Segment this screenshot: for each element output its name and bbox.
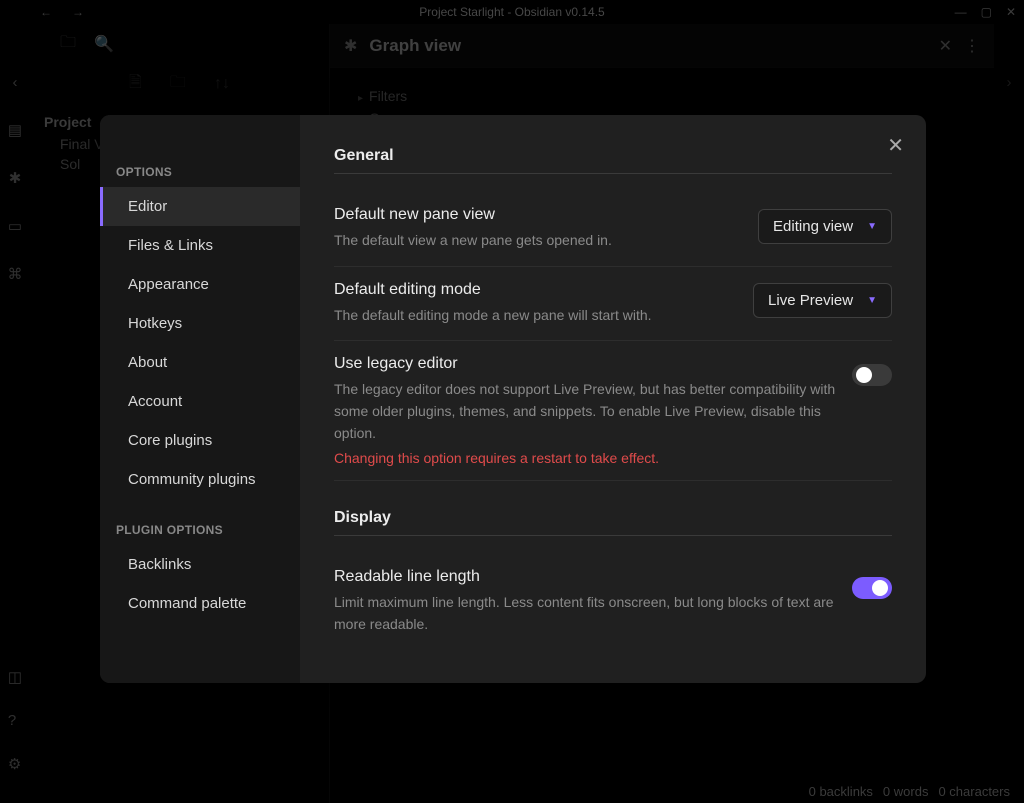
sidebar-item-community-plugins[interactable]: Community plugins — [100, 460, 300, 499]
setting-name: Default new pane view — [334, 206, 742, 224]
section-header-display: Display — [334, 509, 892, 527]
sidebar-item-editor[interactable]: Editor — [100, 187, 300, 226]
section-header-general: General — [334, 147, 892, 165]
legacy-editor-toggle[interactable] — [852, 364, 892, 386]
divider — [334, 173, 892, 174]
setting-desc: Limit maximum line length. Less content … — [334, 592, 836, 635]
sidebar-item-command-palette[interactable]: Command palette — [100, 584, 300, 623]
sidebar-item-about[interactable]: About — [100, 343, 300, 382]
setting-legacy-editor: Use legacy editor The legacy editor does… — [334, 341, 892, 481]
setting-name: Readable line length — [334, 568, 836, 586]
setting-name: Use legacy editor — [334, 355, 836, 373]
sidebar-item-core-plugins[interactable]: Core plugins — [100, 421, 300, 460]
setting-desc: The default view a new pane gets opened … — [334, 230, 742, 252]
setting-name: Default editing mode — [334, 281, 737, 299]
setting-desc: The legacy editor does not support Live … — [334, 379, 836, 444]
setting-default-editing-mode: Default editing mode The default editing… — [334, 267, 892, 342]
sidebar-section-header: PLUGIN OPTIONS — [100, 513, 300, 545]
sidebar-item-backlinks[interactable]: Backlinks — [100, 545, 300, 584]
settings-content: General Default new pane view The defaul… — [300, 115, 926, 683]
sidebar-item-appearance[interactable]: Appearance — [100, 265, 300, 304]
settings-modal: ✕ OPTIONS Editor Files & Links Appearanc… — [100, 115, 926, 683]
sidebar-item-account[interactable]: Account — [100, 382, 300, 421]
divider — [334, 535, 892, 536]
settings-sidebar: OPTIONS Editor Files & Links Appearance … — [100, 115, 300, 683]
sidebar-item-files-links[interactable]: Files & Links — [100, 226, 300, 265]
dropdown-value: Editing view — [773, 218, 853, 235]
setting-readable-line-length: Readable line length Limit maximum line … — [334, 554, 892, 649]
setting-default-pane-view: Default new pane view The default view a… — [334, 192, 892, 267]
setting-desc: The default editing mode a new pane will… — [334, 305, 737, 327]
default-mode-dropdown[interactable]: Live Preview ▼ — [753, 283, 892, 318]
modal-close-button[interactable]: ✕ — [887, 133, 904, 158]
chevron-down-icon: ▼ — [867, 221, 877, 232]
chevron-down-icon: ▼ — [867, 295, 877, 306]
dropdown-value: Live Preview — [768, 292, 853, 309]
readable-line-toggle[interactable] — [852, 577, 892, 599]
setting-warning: Changing this option requires a restart … — [334, 450, 836, 466]
sidebar-item-hotkeys[interactable]: Hotkeys — [100, 304, 300, 343]
sidebar-section-header: OPTIONS — [100, 155, 300, 187]
default-pane-dropdown[interactable]: Editing view ▼ — [758, 209, 892, 244]
